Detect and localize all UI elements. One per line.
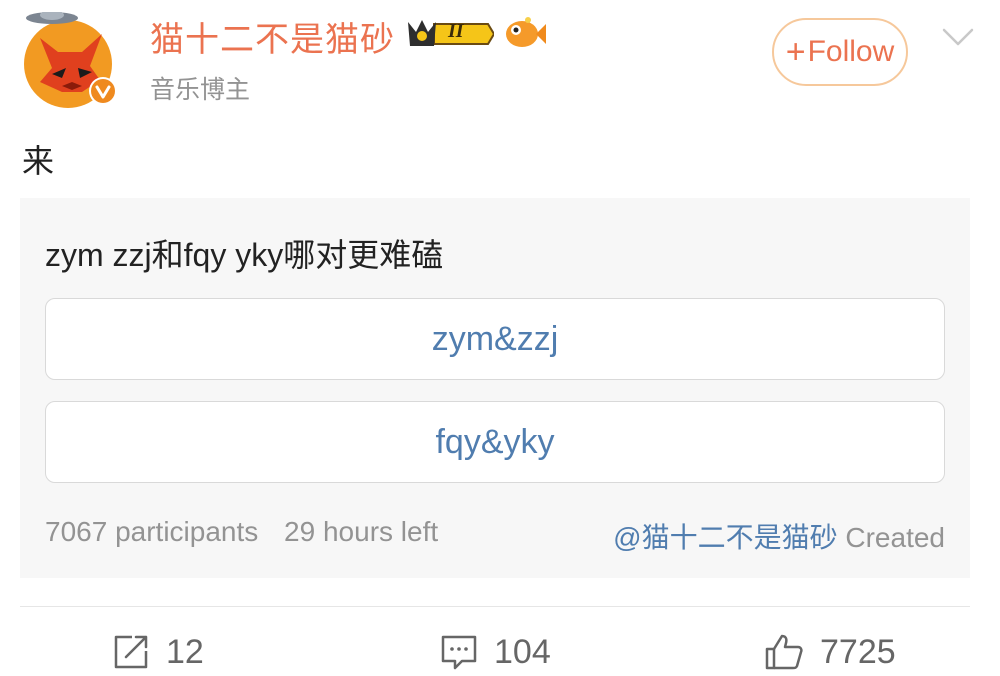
- creator-suffix: Created: [845, 522, 945, 553]
- comment-count: 104: [494, 632, 551, 671]
- username[interactable]: 猫十二不是猫砂: [150, 12, 395, 61]
- creator-mention-link[interactable]: @猫十二不是猫砂: [613, 522, 837, 553]
- avatar[interactable]: [22, 10, 122, 112]
- comment-button[interactable]: 104: [440, 628, 551, 676]
- post-text: 来: [22, 143, 55, 179]
- repost-button[interactable]: 12: [112, 628, 204, 676]
- poll-creator: @猫十二不是猫砂 Created: [613, 516, 945, 556]
- verified-icon: [88, 76, 118, 106]
- badge-level: II: [448, 20, 464, 42]
- repost-count: 12: [166, 632, 204, 671]
- follow-button[interactable]: + Follow: [772, 18, 908, 86]
- poll-stats: 7067 participants 29 hours left: [45, 516, 438, 548]
- poll-time-left: 29 hours left: [284, 516, 439, 547]
- fish-badge-icon[interactable]: [504, 12, 546, 52]
- like-button[interactable]: 7725: [764, 628, 896, 676]
- chevron-down-icon[interactable]: [940, 22, 976, 50]
- repost-icon: [114, 635, 148, 669]
- user-subtitle: 音乐博主: [150, 76, 251, 104]
- plus-icon: +: [785, 33, 806, 71]
- poll-option[interactable]: fqy&yky: [45, 401, 945, 483]
- poll-option[interactable]: zym&zzj: [45, 298, 945, 380]
- divider: [20, 606, 970, 607]
- follow-label: Follow: [807, 35, 895, 68]
- like-count: 7725: [820, 632, 896, 671]
- crown-badge-icon[interactable]: II: [404, 12, 496, 52]
- comment-icon: [441, 635, 477, 670]
- poll-participants: 7067 participants: [45, 516, 259, 547]
- poll-question: zym zzj和fqy yky哪对更难磕: [45, 237, 444, 273]
- like-icon: [765, 634, 803, 670]
